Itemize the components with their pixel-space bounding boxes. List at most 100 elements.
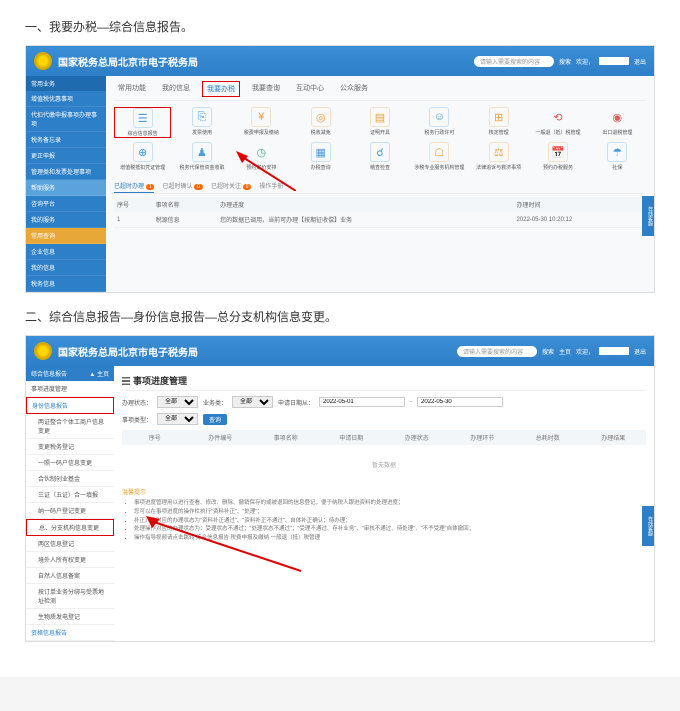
service-icon[interactable]: ▦办税查询 [292,142,349,171]
exit-link[interactable]: 退出 [634,57,646,66]
service-icon[interactable]: ⎘发票使用 [173,107,230,138]
sidebar-item[interactable]: 更正申报 [26,148,106,164]
notes-list: 事项进度管理用以进行查看、修改、删除、撤销保存的或被退回的信息登记，便于纳税人跟… [122,499,646,543]
emblem-icon [34,52,52,70]
service-icon[interactable]: ⊕增值税抵扣凭证管理 [114,142,171,171]
tab-item[interactable]: 公众服务 [336,81,372,97]
sb2-item[interactable]: 两证整合个体工商户信息变更 [26,414,114,439]
subtab-item[interactable]: 已超时关注 0 [211,179,251,193]
filter-row-1: 办理状态：全部 业务类：全部 申请日期从： - [122,396,646,408]
tab-item[interactable]: 我的信息 [158,81,194,97]
search-input[interactable]: 请输入需要搜索的内容 [474,56,554,67]
status-select[interactable]: 全部 [157,396,198,408]
sb2-item[interactable]: 事项进度管理 [26,381,114,397]
screenshot-1: 国家税务总局北京市电子税务局 请输入需要搜索的内容 搜索 欢迎， 退出 常用业务… [25,45,655,293]
sidebar-item[interactable]: 税务信息 [26,276,106,292]
user-blur [599,57,629,65]
query-button[interactable]: 查询 [203,414,227,425]
search-input[interactable]: 请输入需要搜索的内容 [457,346,537,357]
tab-item[interactable]: 互动中心 [292,81,328,97]
service-icon[interactable]: ☰综合信息报告 [114,107,171,138]
welcome-label: 欢迎， [576,57,594,66]
service-icon[interactable]: ▤证明开具 [351,107,408,138]
service-icon[interactable]: ☖涉税专业服务机构管理 [411,142,468,171]
type-select[interactable]: 全部 [232,396,273,408]
sidebar-1: 常用业务 增值税优惠事项 代扣代缴申报事项办理事项 税务备忘录 更正申报 管理类… [26,76,106,292]
screenshot-2: 国家税务总局北京市电子税务局 请输入需要搜索的内容 搜索 主页 欢迎， 退出 综… [25,335,655,642]
service-icon-grid: ☰综合信息报告⎘发票使用¥税费申报及缴纳◎税收减免▤证明开具☺税务行政许可⊞核定… [114,107,646,171]
tab-item[interactable]: 我要查询 [248,81,284,97]
sidebar-item[interactable]: 增值税优惠事项 [26,91,106,107]
app-header: 国家税务总局北京市电子税务局 请输入需要搜索的内容 搜索 主页 欢迎， 退出 [26,336,654,366]
welcome-label: 欢迎， [576,347,594,356]
top-tabs: 常用功能 我的信息 我要办税 我要查询 互动中心 公众服务 [114,81,646,101]
date-from[interactable] [319,397,405,407]
sb2-item[interactable]: 生物质发电登记 [26,609,114,625]
matter-select[interactable]: 全部 [157,413,198,425]
sb2-header: 综合信息报告▲ 主页 [26,366,114,381]
sidebar-item[interactable]: 企业信息 [26,244,106,260]
sb2-item[interactable]: 变更税务登记 [26,439,114,455]
assist-tab[interactable]: 在线客服 [642,196,654,236]
step2-title: 二、综合信息报告—身份信息报告—总分支机构信息变更。 [25,308,655,325]
date-to[interactable] [417,397,503,407]
tab-item-current[interactable]: 我要办税 [202,81,240,97]
sb2-item[interactable]: 一照一码户信息变更 [26,455,114,471]
sb-section-help: 帮助服务 [26,180,106,196]
app-header: 国家税务总局北京市电子税务局 请输入需要搜索的内容 搜索 欢迎， 退出 [26,46,654,76]
main-area-2: 事项进度管理 办理状态：全部 业务类：全部 申请日期从： - 事项类型：全部 查… [114,366,654,641]
user-blur [599,347,629,355]
service-icon[interactable]: 📅预约办税服务 [529,142,586,171]
sb2-item[interactable]: 按订单业务分绑与受票地址检测 [26,584,114,609]
sb2-item[interactable]: 身份信息报告 [26,397,114,414]
subtab-item[interactable]: 操作手册 [259,179,283,193]
sb2-item[interactable]: 三证（五证）合一填报 [26,487,114,503]
search-button[interactable]: 搜索 [542,347,554,356]
sb2-group[interactable]: 资格信息报告 [26,625,114,641]
home-icon-link[interactable]: ▲ 主页 [89,369,109,378]
search-button[interactable]: 搜索 [559,57,571,66]
service-icon[interactable]: ◎税收减免 [292,107,349,138]
notice-label: 温馨提示 [122,487,646,496]
sb2-item[interactable]: 纳一码户登记变更 [26,503,114,519]
service-icon[interactable]: ⟲一般退（抵）税管理 [529,107,586,138]
list-icon [122,377,130,385]
service-icon[interactable]: ¥税费申报及缴纳 [233,107,290,138]
service-icon[interactable]: ☌稽查检查 [351,142,408,171]
step1-title: 一、我要办税—综合信息报告。 [25,18,655,35]
sidebar-item[interactable]: 咨询平台 [26,196,106,212]
sidebar-item[interactable]: 我的服务 [26,212,106,228]
sidebar-item[interactable]: 管理类和发票处理事项 [26,164,106,180]
subtab-item[interactable]: 已超时办理 1 [114,179,154,193]
result-header: 序号办件编号事项名称申请日期办理状态办理环节总耗时数办理结果 [122,430,646,445]
panel-title: 事项进度管理 [122,371,646,391]
sb2-item[interactable]: 总、分支机构信息变更 [26,519,114,536]
table-row[interactable]: 1税源信息您的数据已调用，当前可办理【按期征收偿】业务2022-05-30 10… [114,212,646,228]
service-icon[interactable]: ◉出口退税管理 [589,107,646,138]
service-icon[interactable]: ⚖法律追诉与救济事项 [470,142,527,171]
sb2-item[interactable]: 境外人所有权变更 [26,552,114,568]
sidebar-2: 综合信息报告▲ 主页 事项进度管理身份信息报告两证整合个体工商户信息变更变更税务… [26,366,114,641]
service-icon[interactable]: ☺税务行政许可 [411,107,468,138]
sb2-item[interactable]: 两区信息登记 [26,536,114,552]
sb2-item[interactable]: 自然人信息备案 [26,568,114,584]
emblem-icon [34,342,52,360]
home-link[interactable]: 主页 [559,347,571,356]
app-title: 国家税务总局北京市电子税务局 [58,54,198,69]
service-icon[interactable]: ♟税务代保管资金收取 [173,142,230,171]
service-icon[interactable]: ◷预约定价安排 [233,142,290,171]
exit-link[interactable]: 退出 [634,347,646,356]
assist-tab[interactable]: 在线客服 [642,506,654,546]
main-area-1: 常用功能 我的信息 我要办税 我要查询 互动中心 公众服务 ☰综合信息报告⎘发票… [106,76,654,292]
service-icon[interactable]: ☂社保 [589,142,646,171]
subtab-item[interactable]: 已超时确认 0 [162,179,202,193]
sidebar-item[interactable]: 我的信息 [26,260,106,276]
tab-item[interactable]: 常用功能 [114,81,150,97]
sb2-item[interactable]: 合伙制创业基金 [26,471,114,487]
sb-section-common: 常用业务 [26,76,106,91]
sub-tabs: 已超时办理 1 已超时确认 0 已超时关注 0 操作手册 [114,179,646,194]
sidebar-item[interactable]: 税务备忘录 [26,132,106,148]
sidebar-item[interactable]: 代扣代缴申报事项办理事项 [26,107,106,132]
sb-section-query: 常用查询 [26,228,106,244]
service-icon[interactable]: ⊞核定管理 [470,107,527,138]
